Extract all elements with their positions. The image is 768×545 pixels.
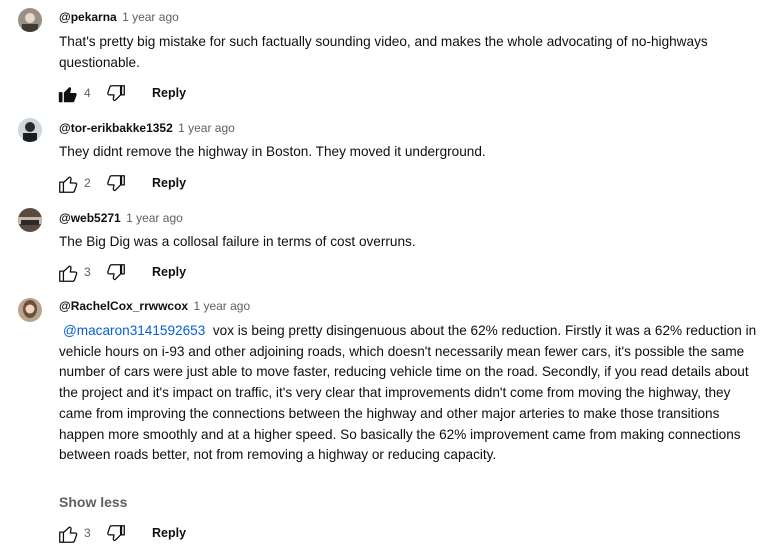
comment-timestamp[interactable]: 1 year ago bbox=[126, 211, 183, 225]
avatar[interactable] bbox=[18, 8, 42, 32]
dislike-button[interactable] bbox=[105, 523, 127, 545]
like-count: 4 bbox=[84, 86, 91, 100]
reply-button[interactable]: Reply bbox=[152, 265, 186, 279]
like-count: 2 bbox=[84, 176, 91, 190]
thumbs-up-filled-icon bbox=[58, 87, 77, 103]
reply-button[interactable]: Reply bbox=[152, 86, 186, 100]
comment-timestamp[interactable]: 1 year ago bbox=[178, 121, 235, 135]
dislike-button[interactable] bbox=[105, 173, 127, 195]
thumbs-up-icon bbox=[59, 265, 78, 282]
mention-link[interactable]: @macaron3141592653 bbox=[59, 323, 205, 338]
avatar[interactable] bbox=[18, 298, 42, 322]
thumbs-down-icon bbox=[107, 525, 125, 542]
comment-actions: 2 Reply bbox=[57, 173, 257, 195]
comment-text: That's pretty big mistake for such factu… bbox=[59, 34, 708, 70]
comment-text: The Big Dig was a collosal failure in te… bbox=[59, 234, 416, 249]
comment-author[interactable]: @tor-erikbakke1352 bbox=[59, 121, 173, 135]
thumbs-down-icon bbox=[107, 85, 125, 102]
thumbs-up-icon bbox=[59, 176, 78, 193]
like-count: 3 bbox=[84, 265, 91, 279]
avatar[interactable] bbox=[18, 208, 42, 232]
comment-actions: 3 Reply bbox=[57, 523, 257, 545]
dislike-button[interactable] bbox=[105, 83, 127, 105]
dislike-button[interactable] bbox=[105, 262, 127, 284]
like-count: 3 bbox=[84, 526, 91, 540]
like-button[interactable] bbox=[57, 83, 79, 105]
comment-author[interactable]: @pekarna bbox=[59, 10, 117, 24]
comment-author[interactable]: @RachelCox_rrwwcox bbox=[59, 299, 188, 313]
comment-actions: 4 Reply bbox=[57, 83, 257, 105]
show-less-button[interactable]: Show less bbox=[59, 494, 127, 510]
avatar[interactable] bbox=[18, 118, 42, 142]
comment-text: @macaron3141592653 vox is being pretty d… bbox=[59, 321, 759, 466]
comment-text: They didnt remove the highway in Boston.… bbox=[59, 144, 486, 159]
comment-text-content: vox is being pretty disingenuous about t… bbox=[59, 323, 757, 463]
comment-timestamp[interactable]: 1 year ago bbox=[193, 299, 250, 313]
like-button[interactable] bbox=[57, 173, 79, 195]
comment-actions: 3 Reply bbox=[57, 262, 257, 284]
like-button[interactable] bbox=[57, 262, 79, 284]
reply-button[interactable]: Reply bbox=[152, 176, 186, 190]
comment-timestamp[interactable]: 1 year ago bbox=[122, 10, 179, 24]
thumbs-down-icon bbox=[107, 175, 125, 192]
reply-button[interactable]: Reply bbox=[152, 526, 186, 540]
comment-author[interactable]: @web5271 bbox=[59, 211, 121, 225]
like-button[interactable] bbox=[57, 523, 79, 545]
thumbs-down-icon bbox=[107, 264, 125, 281]
thumbs-up-icon bbox=[59, 526, 78, 543]
